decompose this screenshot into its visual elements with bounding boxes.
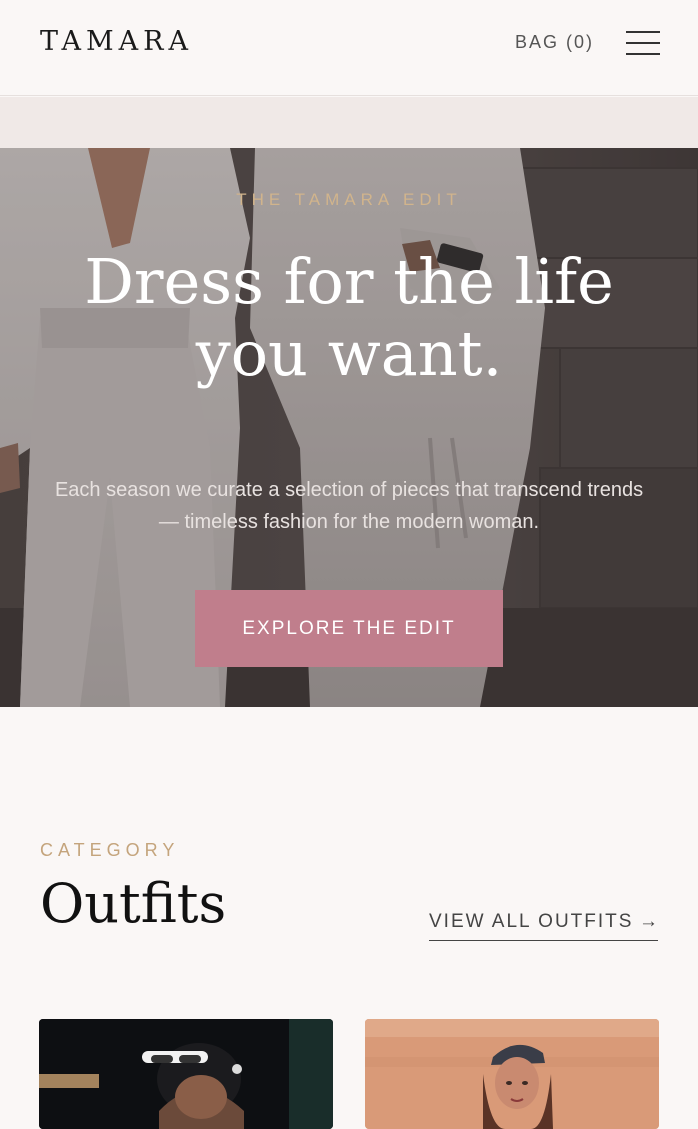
explore-edit-button[interactable]: EXPLORE THE EDIT [195, 590, 503, 667]
site-header: TAMARA BAG (0) [0, 0, 698, 96]
brand-logo[interactable]: TAMARA [40, 28, 193, 55]
menu-line [626, 42, 660, 44]
product-card[interactable] [365, 1019, 659, 1129]
product-image [365, 1019, 659, 1129]
hero-eyebrow: THE TAMARA EDIT [236, 190, 462, 209]
view-all-outfits-link[interactable]: VIEW ALL OUTFITS → [429, 911, 658, 941]
product-image [39, 1019, 333, 1129]
hero-banner: THE TAMARA EDIT Dress for the life you w… [0, 148, 698, 707]
section-eyebrow: CATEGORY [40, 840, 180, 860]
hero-title: Dress for the life you want. [84, 245, 614, 390]
view-all-label: VIEW ALL OUTFITS [429, 911, 634, 932]
hamburger-menu-icon[interactable] [626, 31, 660, 57]
menu-line [626, 31, 660, 33]
bag-link[interactable]: BAG (0) [515, 33, 594, 51]
announcement-strip [0, 97, 698, 148]
arrow-right-icon: → [639, 911, 658, 932]
menu-line [626, 53, 660, 55]
product-card[interactable] [39, 1019, 333, 1129]
section-title: Outfits [40, 872, 227, 935]
hero-subtitle: Each season we curate a selection of pie… [54, 479, 644, 533]
